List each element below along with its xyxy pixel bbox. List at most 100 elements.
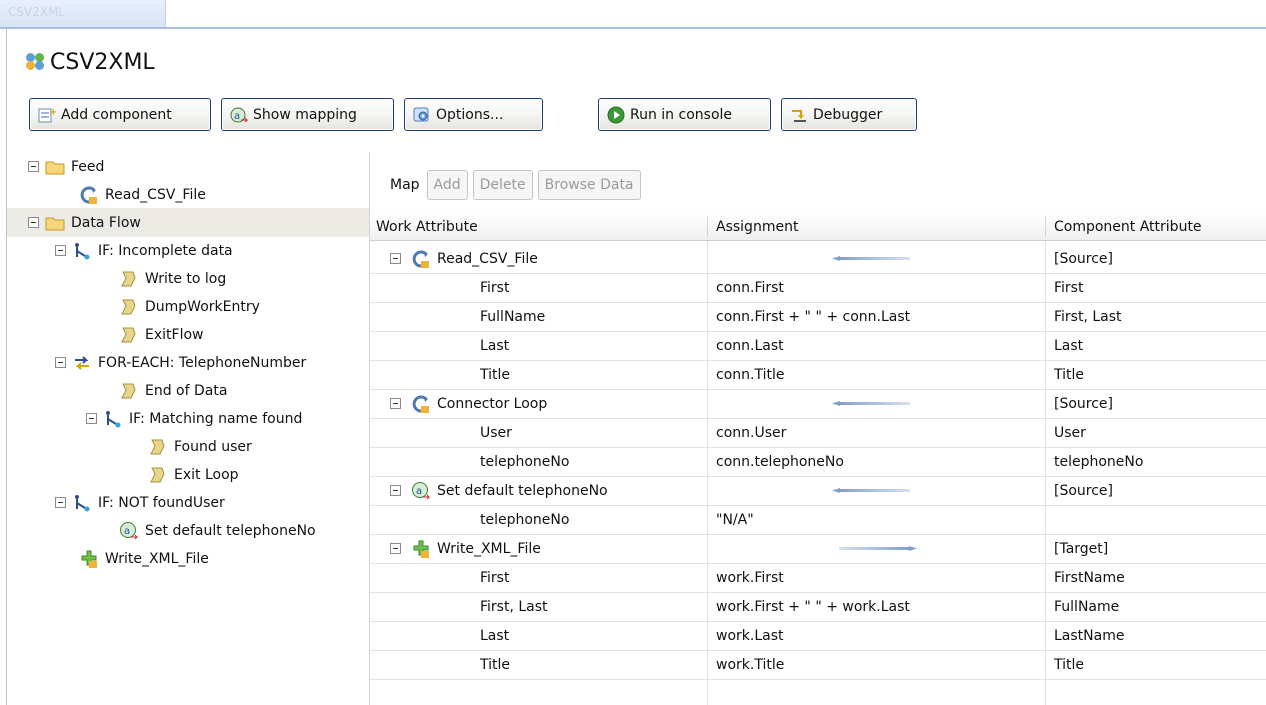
assignment-cell[interactable]: work.First [707,563,1045,592]
table-row[interactable]: Connector Loop [Source] [370,389,1266,418]
assignment-cell[interactable]: conn.Title [707,360,1045,389]
component-attribute-cell[interactable]: User [1045,418,1266,447]
assignment-cell[interactable] [707,244,1045,273]
tree-item-read-csv[interactable]: Read_CSV_File [7,180,369,209]
tree-item-exit-flow[interactable]: ExitFlow [7,320,369,349]
svg-text:a: a [124,526,130,537]
collapse-toggle-icon[interactable] [390,485,401,496]
tree-item-if-not-found[interactable]: IF: NOT foundUser [7,488,369,517]
work-attribute-text: Write_XML_File [437,540,541,557]
mapping-table[interactable]: Work Attribute Assignment Component Attr… [370,212,1266,705]
table-row[interactable]: Read_CSV_File [Source] [370,244,1266,273]
table-row[interactable]: Last conn.Last Last [370,331,1266,360]
table-row[interactable]: FullName conn.First + " " + conn.Last Fi… [370,302,1266,331]
component-attribute-cell[interactable]: FirstName [1045,563,1266,592]
tree-item-dump-work-entry[interactable]: DumpWorkEntry [7,292,369,321]
browse-data-button[interactable]: Browse Data [537,170,641,200]
tree-label: IF: Matching name found [129,410,303,427]
tree-label: FOR-EACH: TelephoneNumber [98,354,307,371]
table-row[interactable]: Last work.Last LastName [370,621,1266,650]
collapse-toggle-icon[interactable] [28,161,39,172]
component-attribute-cell[interactable]: FullName [1045,592,1266,621]
tree-item-for-each[interactable]: FOR-EACH: TelephoneNumber [7,348,369,377]
arrow-left-icon [832,488,910,493]
options-button[interactable]: Options... [404,98,543,131]
assignment-cell[interactable]: work.First + " " + work.Last [707,592,1045,621]
table-row[interactable]: Write_XML_File [Target] [370,534,1266,563]
collapse-toggle-icon[interactable] [390,253,401,264]
component-attribute-cell[interactable]: telephoneNo [1045,447,1266,476]
component-attribute-cell[interactable]: [Source] [1045,389,1266,418]
table-row[interactable]: User conn.User User [370,418,1266,447]
table-row[interactable]: Title conn.Title Title [370,360,1266,389]
show-mapping-button[interactable]: a Show mapping [221,98,394,131]
collapse-toggle-icon[interactable] [390,543,401,554]
assignment-cell[interactable]: conn.telephoneNo [707,447,1045,476]
debugger-button[interactable]: Debugger [781,98,917,131]
assignment-cell[interactable]: work.Title [707,650,1045,679]
assignment-cell[interactable] [707,476,1045,505]
folder-icon [45,213,65,233]
collapse-toggle-icon[interactable] [55,245,66,256]
table-row[interactable]: telephoneNo conn.telephoneNo telephoneNo [370,447,1266,476]
assignment-cell[interactable]: conn.First + " " + conn.Last [707,302,1045,331]
collapse-toggle-icon[interactable] [390,398,401,409]
assignment-cell[interactable]: conn.First [707,273,1045,302]
tree-item-feed[interactable]: Feed [7,152,369,181]
component-attribute-cell[interactable]: [Source] [1045,244,1266,273]
add-only-connector-icon [79,549,99,569]
collapse-toggle-icon[interactable] [86,413,97,424]
tree-item-exit-loop[interactable]: Exit Loop [7,460,369,489]
column-header-work-attribute[interactable]: Work Attribute [370,212,478,241]
table-row[interactable]: First, Last work.First + " " + work.Last… [370,592,1266,621]
page-title-text: CSV2XML [50,49,155,75]
tree-label: IF: Incomplete data [98,242,233,259]
assignment-cell[interactable]: conn.Last [707,331,1045,360]
component-attribute-cell[interactable]: Title [1045,650,1266,679]
component-attribute-cell[interactable]: First [1045,273,1266,302]
tree-item-set-default[interactable]: a Set default telephoneNo [7,516,369,545]
run-in-console-button[interactable]: Run in console [598,98,771,131]
tree-item-write-xml[interactable]: Write_XML_File [7,544,369,573]
component-attribute-cell[interactable]: Last [1045,331,1266,360]
work-attribute-cell: First [480,279,510,296]
component-attribute-cell[interactable]: Title [1045,360,1266,389]
assignment-cell[interactable] [707,389,1045,418]
column-header-assignment[interactable]: Assignment [707,212,798,241]
component-attribute-cell[interactable] [1045,505,1266,534]
add-button[interactable]: Add [426,170,468,200]
table-row[interactable]: Title work.Title Title [370,650,1266,679]
debugger-icon [790,106,808,124]
tree-item-end-of-data[interactable]: End of Data [7,376,369,405]
component-attribute-cell[interactable]: LastName [1045,621,1266,650]
assignment-cell[interactable]: work.Last [707,621,1045,650]
assignment-cell[interactable]: "N/A" [707,505,1045,534]
tree-item-data-flow[interactable]: Data Flow [7,208,369,237]
options-label: Options... [436,106,504,123]
tree-item-write-to-log[interactable]: Write to log [7,264,369,293]
branch-icon [72,241,92,261]
table-row[interactable]: a Set default telephoneNo [Source] [370,476,1266,505]
script-icon [119,381,139,401]
tree-item-found-user[interactable]: Found user [7,432,369,461]
collapse-toggle-icon[interactable] [28,217,39,228]
table-row[interactable]: First work.First FirstName [370,563,1266,592]
component-attribute-cell[interactable]: [Target] [1045,534,1266,563]
delete-button[interactable]: Delete [472,170,533,200]
editor-tab[interactable]: CSV2XML [0,0,166,28]
column-header-component-attribute[interactable]: Component Attribute [1045,212,1202,241]
table-header: Work Attribute Assignment Component Attr… [370,212,1266,241]
component-attribute-cell[interactable]: [Source] [1045,476,1266,505]
add-component-button[interactable]: + Add component [29,98,211,131]
assignment-cell[interactable] [707,534,1045,563]
table-row[interactable]: First conn.First First [370,273,1266,302]
collapse-toggle-icon[interactable] [55,497,66,508]
table-row[interactable]: telephoneNo "N/A" [370,505,1266,534]
flow-tree[interactable]: Feed Read_CSV_File Data Flow IF: Incompl… [7,152,369,705]
tree-item-if-matching[interactable]: IF: Matching name found [7,404,369,433]
tree-item-if-incomplete[interactable]: IF: Incomplete data [7,236,369,265]
branch-icon [103,409,123,429]
collapse-toggle-icon[interactable] [55,357,66,368]
assignment-cell[interactable]: conn.User [707,418,1045,447]
component-attribute-cell[interactable]: First, Last [1045,302,1266,331]
